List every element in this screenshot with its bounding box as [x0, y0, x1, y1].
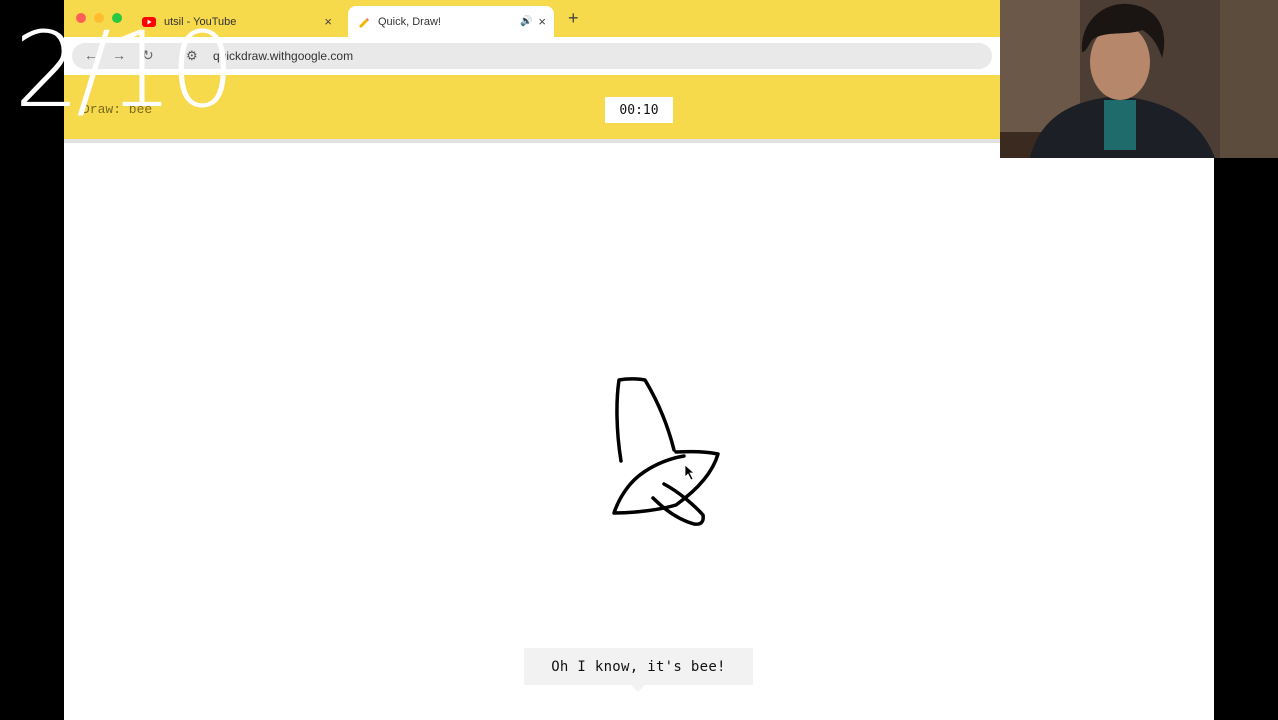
ai-guess-bubble: Oh I know, it's bee!: [524, 648, 753, 685]
bubble-tail: [631, 685, 645, 692]
mouse-cursor-icon: [684, 464, 696, 481]
bee-sketch-stroke: [615, 377, 676, 463]
bee-sketch-stroke: [612, 449, 720, 515]
webcam-overlay: [1000, 0, 1278, 158]
webcam-person-image: [1000, 0, 1278, 158]
round-counter: 2/10: [14, 9, 236, 131]
